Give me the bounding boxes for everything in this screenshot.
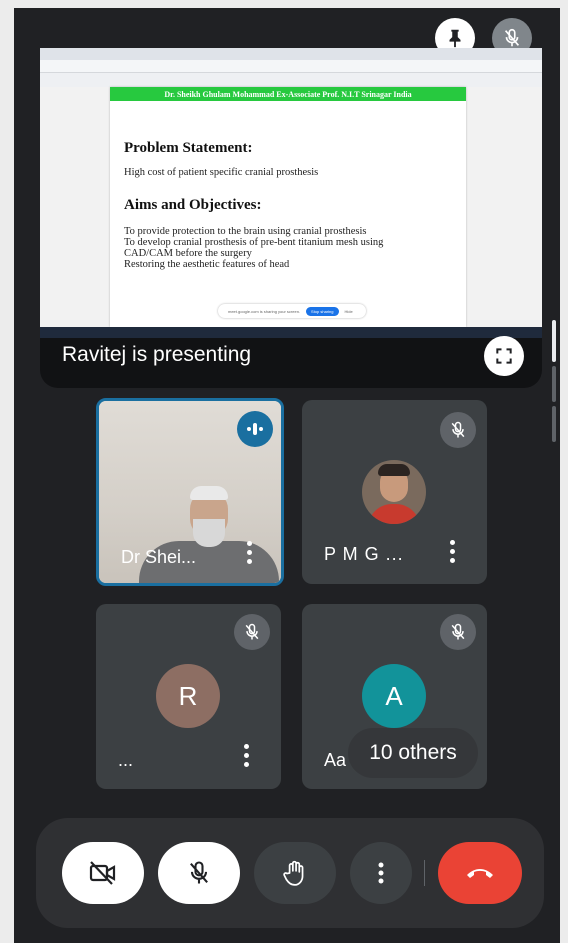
participant-muted-indicator xyxy=(440,412,476,448)
stop-sharing-button: Stop sharing xyxy=(306,306,339,316)
raise-hand-button[interactable] xyxy=(254,842,336,904)
pin-icon xyxy=(449,29,461,48)
mic-off-icon xyxy=(504,28,520,47)
share-notice-text: meet.google.com is sharing your screen. xyxy=(228,308,301,314)
pdf-toolbar xyxy=(40,73,542,88)
fullscreen-button[interactable] xyxy=(484,336,524,376)
others-chip[interactable]: 10 others xyxy=(348,728,478,778)
participant-options-button[interactable] xyxy=(244,744,250,771)
aims-line: CAD/CAM before the surgery xyxy=(124,248,252,259)
screen-share-notice: meet.google.com is sharing your screen. … xyxy=(218,304,366,318)
avatar: R xyxy=(156,664,220,728)
shared-screen: Dr. Sheikh Ghulam Mohammad Ex-Associate … xyxy=(40,48,542,338)
participant-tile[interactable]: A Aa 10 others xyxy=(302,604,487,789)
speaking-indicator xyxy=(237,411,273,447)
mic-off-icon xyxy=(451,421,465,438)
participant-muted-indicator xyxy=(234,614,270,650)
mic-off-icon xyxy=(245,623,259,640)
participant-options-button[interactable] xyxy=(450,540,456,567)
mic-off-icon xyxy=(451,623,465,640)
aims-line: To provide protection to the brain using… xyxy=(124,226,367,237)
scrollbar-track xyxy=(552,406,556,442)
scrollbar-thumb[interactable] xyxy=(552,320,556,362)
windows-taskbar xyxy=(40,327,542,338)
others-label: 10 others xyxy=(369,741,457,764)
hide-button: Hide xyxy=(344,308,353,314)
call-end-icon xyxy=(467,869,493,878)
participant-options-button[interactable] xyxy=(247,541,253,568)
document-page: Dr. Sheikh Ghulam Mohammad Ex-Associate … xyxy=(110,87,466,327)
avatar: A xyxy=(362,664,426,728)
participant-beard xyxy=(193,519,225,547)
participant-muted-indicator xyxy=(440,614,476,650)
scrollbar-track xyxy=(552,366,556,402)
call-controls xyxy=(36,818,544,928)
participant-name: Aa xyxy=(324,750,347,770)
participant-name: P M G ... xyxy=(324,544,404,564)
aims-line: Restoring the aesthetic features of head xyxy=(124,259,290,270)
problem-heading: Problem Statement: xyxy=(124,140,253,156)
aims-heading: Aims and Objectives: xyxy=(124,197,262,213)
presenting-label: Ravitej is presenting xyxy=(62,343,252,366)
camera-toggle-button[interactable] xyxy=(62,842,144,904)
browser-address-bar xyxy=(40,60,542,73)
audio-wave-icon xyxy=(247,423,263,435)
controls-divider xyxy=(424,860,425,886)
mic-toggle-button[interactable] xyxy=(158,842,240,904)
more-vert-icon xyxy=(378,862,384,884)
browser-tab-bar xyxy=(40,48,542,60)
avatar-hair xyxy=(378,464,410,476)
participant-cap xyxy=(190,486,228,500)
participant-tile[interactable]: R ... xyxy=(96,604,281,789)
end-call-button[interactable] xyxy=(438,842,522,904)
participant-tile[interactable]: P M G ... xyxy=(302,400,487,584)
avatar xyxy=(362,460,426,524)
avatar-letter: A xyxy=(385,680,403,711)
participant-name: ... xyxy=(118,750,134,770)
participant-name: Dr Shei... xyxy=(121,547,197,567)
hand-icon xyxy=(283,860,304,886)
meet-screen: Dr. Sheikh Ghulam Mohammad Ex-Associate … xyxy=(14,8,560,943)
problem-text: High cost of patient specific cranial pr… xyxy=(124,167,319,178)
avatar-shirt xyxy=(368,504,420,524)
camera-off-icon xyxy=(89,861,116,885)
mic-off-icon xyxy=(190,861,208,884)
fullscreen-icon xyxy=(496,348,512,364)
participant-tile[interactable]: Dr Shei... xyxy=(96,398,284,586)
doc-header: Dr. Sheikh Ghulam Mohammad Ex-Associate … xyxy=(110,87,466,101)
presentation-panel[interactable]: Dr. Sheikh Ghulam Mohammad Ex-Associate … xyxy=(40,48,542,388)
more-options-button[interactable] xyxy=(350,842,412,904)
avatar-letter: R xyxy=(178,680,198,711)
aims-line: To develop cranial prosthesis of pre-ben… xyxy=(124,237,384,248)
